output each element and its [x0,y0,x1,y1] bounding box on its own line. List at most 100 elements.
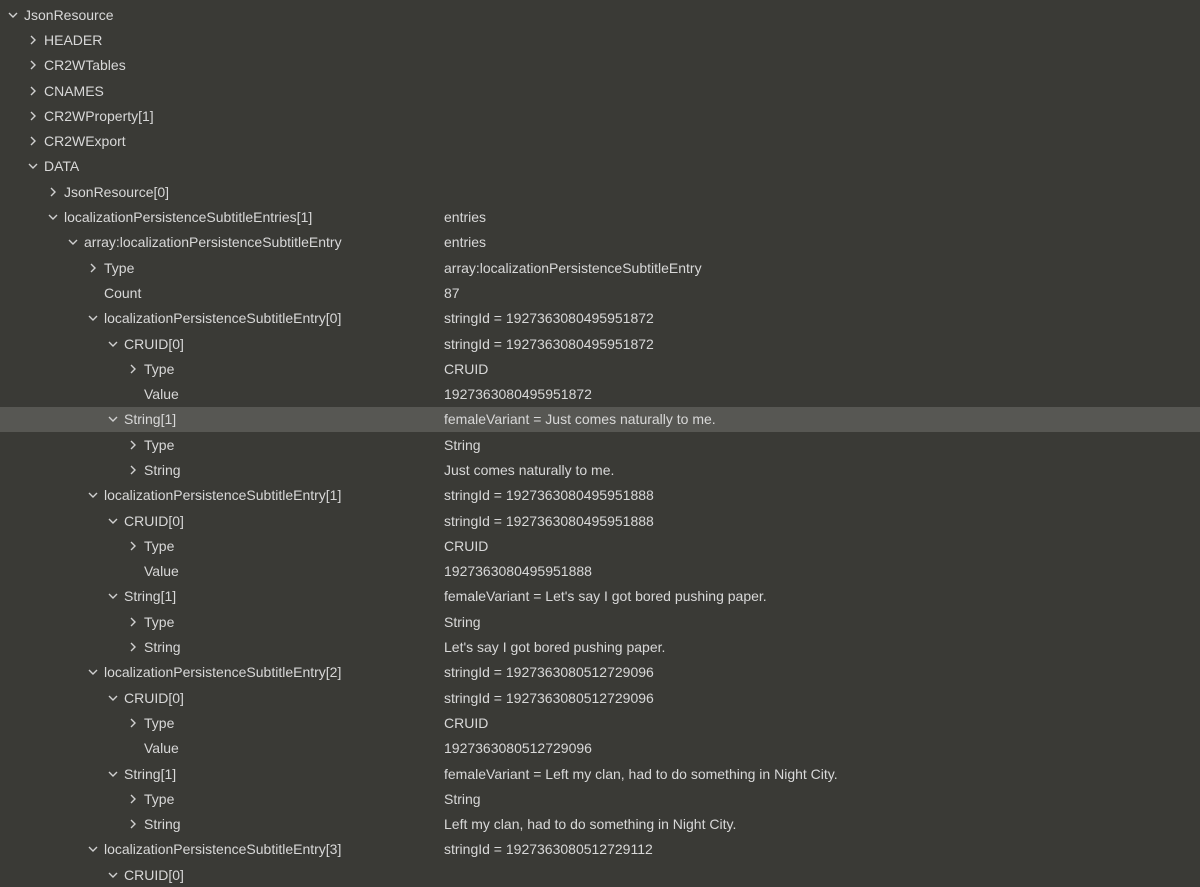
node-value: 1927363080495951872 [444,386,592,402]
node-leaf[interactable]: Type CRUID [0,533,1200,558]
node-value: stringId = 1927363080512729112 [444,841,653,857]
node-label: Type [144,715,174,731]
chevron-down-icon[interactable] [106,691,120,705]
node-entry-2[interactable]: localizationPersistenceSubtitleEntry[2] … [0,660,1200,685]
chevron-right-icon[interactable] [126,539,140,553]
chevron-down-icon[interactable] [6,8,20,22]
node-value: 1927363080512729096 [444,740,592,756]
chevron-down-icon[interactable] [106,412,120,426]
node-label: String [144,816,181,832]
chevron-right-icon[interactable] [126,716,140,730]
node-cruid[interactable]: CRUID[0] stringId = 1927363080495951872 [0,331,1200,356]
node-value: CRUID [444,538,488,554]
chevron-down-icon[interactable] [106,337,120,351]
chevron-right-icon[interactable] [26,134,40,148]
chevron-down-icon[interactable] [106,868,120,882]
chevron-down-icon[interactable] [26,159,40,173]
chevron-right-icon[interactable] [26,109,40,123]
chevron-right-icon[interactable] [126,463,140,477]
node-label: Value [144,740,179,756]
chevron-right-icon[interactable] [26,84,40,98]
chevron-down-icon[interactable] [106,514,120,528]
chevron-down-icon[interactable] [86,842,100,856]
node-label: localizationPersistenceSubtitleEntry[2] [104,664,341,680]
node-array[interactable]: array:localizationPersistenceSubtitleEnt… [0,230,1200,255]
node-label: String [144,639,181,655]
node-label: localizationPersistenceSubtitleEntry[3] [104,841,341,857]
chevron-right-icon[interactable] [26,33,40,47]
node-cruid[interactable]: CRUID[0] stringId = 1927363080512729096 [0,685,1200,710]
node-label: array:localizationPersistenceSubtitleEnt… [84,234,342,250]
node-leaf[interactable]: Type CRUID [0,356,1200,381]
node-value: stringId = 1927363080495951888 [444,513,654,529]
node-string[interactable]: String[1] femaleVariant = Let's say I go… [0,584,1200,609]
chevron-right-icon[interactable] [86,261,100,275]
chevron-right-icon[interactable] [26,58,40,72]
chevron-down-icon[interactable] [46,210,60,224]
node-header[interactable]: HEADER [0,27,1200,52]
node-leaf[interactable]: String Left my clan, had to do something… [0,812,1200,837]
node-leaf[interactable]: Value 1927363080512729096 [0,736,1200,761]
node-label: String[1] [124,411,176,427]
tree-view: JsonResource HEADER CR2WTables CNAMES CR… [0,0,1200,887]
node-value: 87 [444,285,460,301]
chevron-down-icon[interactable] [106,767,120,781]
node-entry-3[interactable]: localizationPersistenceSubtitleEntry[3] … [0,837,1200,862]
node-value: entries [444,209,486,225]
chevron-right-icon[interactable] [126,792,140,806]
node-leaf[interactable]: Type String [0,786,1200,811]
node-string-selected[interactable]: String[1] femaleVariant = Just comes nat… [0,407,1200,432]
node-value: stringId = 1927363080512729096 [444,690,654,706]
chevron-right-icon[interactable] [126,362,140,376]
chevron-right-icon[interactable] [46,185,60,199]
node-label: CRUID[0] [124,513,184,529]
chevron-down-icon[interactable] [86,488,100,502]
node-type[interactable]: Type array:localizationPersistenceSubtit… [0,255,1200,280]
node-value: stringId = 1927363080495951872 [444,336,654,352]
chevron-right-icon[interactable] [126,438,140,452]
node-label: String [144,462,181,478]
node-entry-1[interactable]: localizationPersistenceSubtitleEntry[1] … [0,483,1200,508]
node-label: String[1] [124,588,176,604]
node-label: CRUID[0] [124,690,184,706]
node-root[interactable]: JsonResource [0,2,1200,27]
node-leaf[interactable]: String Just comes naturally to me. [0,457,1200,482]
node-cr2wproperty[interactable]: CR2WProperty[1] [0,103,1200,128]
node-label: localizationPersistenceSubtitleEntries[1… [64,209,312,225]
node-label: Count [104,285,141,301]
node-cr2wexport[interactable]: CR2WExport [0,128,1200,153]
node-count[interactable]: Count 87 [0,280,1200,305]
node-cruid[interactable]: CRUID[0] stringId = 1927363080495951888 [0,508,1200,533]
node-leaf[interactable]: Type String [0,609,1200,634]
node-leaf[interactable]: String Let's say I got bored pushing pap… [0,634,1200,659]
node-leaf[interactable]: Value 1927363080495951888 [0,559,1200,584]
node-string[interactable]: String[1] femaleVariant = Left my clan, … [0,761,1200,786]
node-data[interactable]: DATA [0,154,1200,179]
chevron-down-icon[interactable] [106,589,120,603]
node-label: CR2WExport [44,133,126,149]
node-label: String[1] [124,766,176,782]
chevron-right-icon[interactable] [126,615,140,629]
node-leaf[interactable]: Value 1927363080495951872 [0,381,1200,406]
node-label: CR2WTables [44,57,126,73]
node-cr2wtables[interactable]: CR2WTables [0,53,1200,78]
node-label: DATA [44,158,79,174]
node-cnames[interactable]: CNAMES [0,78,1200,103]
node-cruid[interactable]: CRUID[0] [0,862,1200,887]
node-value: array:localizationPersistenceSubtitleEnt… [444,260,702,276]
chevron-down-icon[interactable] [86,665,100,679]
node-leaf[interactable]: Type CRUID [0,710,1200,735]
chevron-down-icon[interactable] [86,311,100,325]
node-label: HEADER [44,32,102,48]
node-value: String [444,791,481,807]
chevron-right-icon[interactable] [126,817,140,831]
node-label: CNAMES [44,83,104,99]
node-label: Type [144,361,174,377]
node-jsonresource0[interactable]: JsonResource[0] [0,179,1200,204]
chevron-right-icon[interactable] [126,640,140,654]
node-entries[interactable]: localizationPersistenceSubtitleEntries[1… [0,204,1200,229]
chevron-down-icon[interactable] [66,235,80,249]
node-leaf[interactable]: Type String [0,432,1200,457]
node-entry-0[interactable]: localizationPersistenceSubtitleEntry[0] … [0,306,1200,331]
node-value: femaleVariant = Just comes naturally to … [444,411,716,427]
